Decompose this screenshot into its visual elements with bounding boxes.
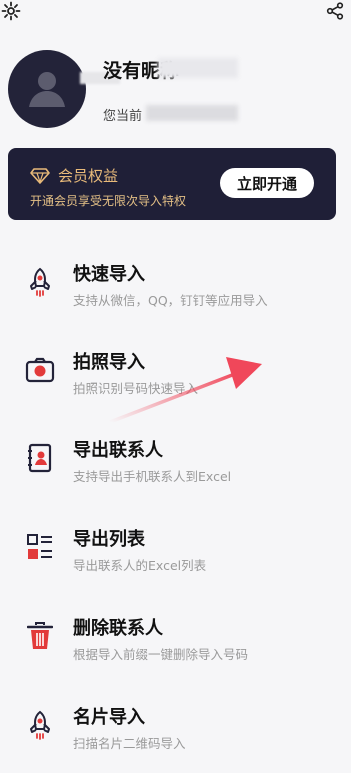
feature-description: 支持从微信，QQ，钉钉等应用导入 (73, 293, 268, 308)
feature-title: 导出联系人 (73, 440, 163, 461)
feature-title: 导出列表 (73, 529, 145, 550)
gear-icon[interactable] (0, 0, 22, 22)
top-bar (0, 0, 351, 30)
feature-export-list[interactable]: 导出列表 导出联系人的Excel列表 (0, 525, 351, 595)
activate-vip-button[interactable]: 立即开通 (220, 168, 314, 198)
feature-description: 拍照识别号码快速导入 (73, 381, 199, 396)
feature-description: 根据导入前缀一键删除导入号码 (73, 647, 249, 662)
list-icon (24, 531, 56, 563)
diamond-icon (30, 168, 50, 184)
feature-title: 名片导入 (73, 707, 145, 728)
feature-export-contacts[interactable]: 导出联系人 支持导出手机联系人到Excel (0, 436, 351, 506)
feature-photo-import[interactable]: 拍照导入 拍照识别号码快速导入 (0, 348, 351, 418)
feature-title: 快速导入 (73, 264, 145, 285)
feature-description: 导出联系人的Excel列表 (73, 558, 207, 573)
feature-description: 支持导出手机联系人到Excel (73, 469, 232, 484)
vip-card: 会员权益 开通会员享受无限次导入特权 立即开通 (8, 148, 336, 220)
contact-book-icon (24, 442, 56, 474)
vip-title: 会员权益 (58, 167, 119, 185)
vip-description: 开通会员享受无限次导入特权 (30, 194, 187, 208)
rocket-icon (24, 709, 56, 741)
rocket-icon (24, 266, 56, 298)
feature-delete-contacts[interactable]: 删除联系人 根据导入前缀一键删除导入号码 (0, 614, 351, 684)
membership-status: 您当前 (103, 109, 143, 124)
camera-icon (24, 354, 56, 386)
profile-section[interactable]: 没有昵称 您当前 (8, 50, 344, 130)
avatar[interactable] (8, 50, 86, 128)
feature-title: 删除联系人 (73, 618, 163, 639)
blurred-region (146, 105, 238, 121)
feature-quick-import[interactable]: 快速导入 支持从微信，QQ，钉钉等应用导入 (0, 260, 351, 330)
blurred-region (158, 58, 238, 78)
user-icon (29, 72, 65, 107)
feature-description: 扫描名片二维码导入 (73, 736, 186, 751)
feature-card-import[interactable]: 名片导入 扫描名片二维码导入 (0, 703, 351, 773)
feature-title: 拍照导入 (73, 352, 145, 373)
trash-icon (24, 620, 56, 652)
share-icon[interactable] (324, 0, 346, 22)
